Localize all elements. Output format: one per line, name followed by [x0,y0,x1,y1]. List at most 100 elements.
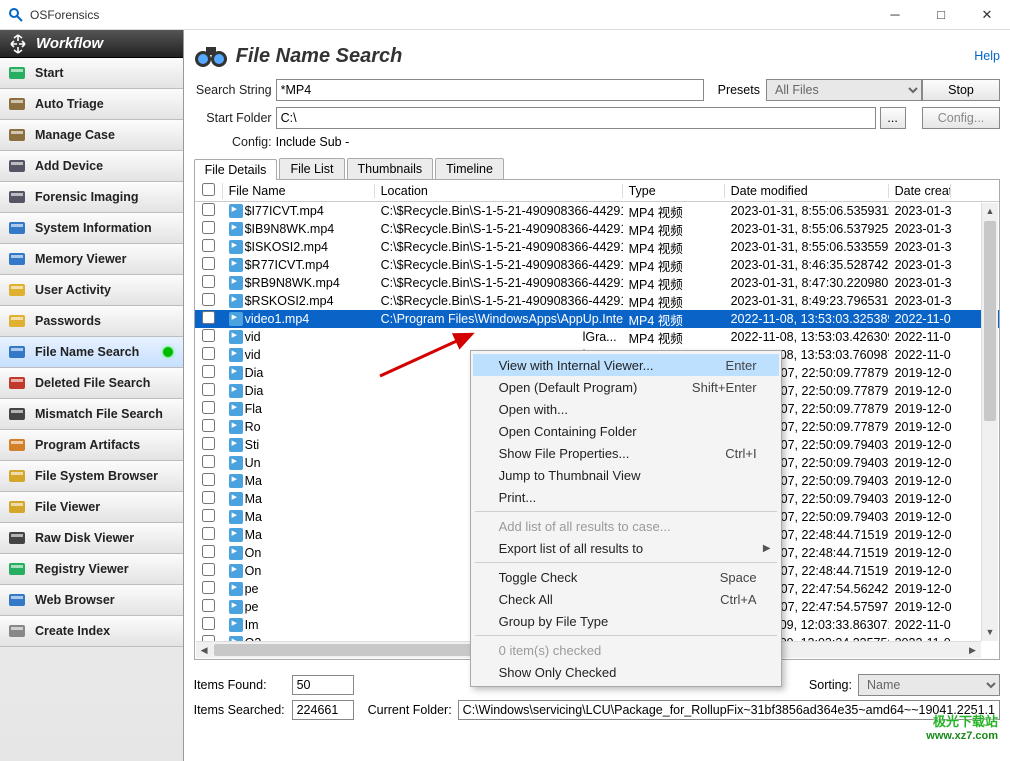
menu-item[interactable]: Open Containing Folder [473,420,779,442]
menu-item[interactable]: Toggle CheckSpace [473,566,779,588]
row-checkbox[interactable] [202,365,215,378]
scroll-up-icon[interactable]: ▲ [982,203,998,220]
row-checkbox[interactable] [202,311,215,324]
row-checkbox[interactable] [202,329,215,342]
sidebar-item-deleted-file-search[interactable]: Deleted File Search [0,368,183,399]
sidebar-item-add-device[interactable]: Add Device [0,151,183,182]
minimize-button[interactable]: ─ [872,0,918,30]
sidebar-item-start[interactable]: Start [0,58,183,89]
help-link[interactable]: Help [974,49,1000,63]
col-modified[interactable]: Date modified [725,184,889,198]
row-checkbox[interactable] [202,275,215,288]
sidebar-item-raw-disk-viewer[interactable]: Raw Disk Viewer [0,523,183,554]
menu-item[interactable]: Show Only Checked [473,661,779,683]
menu-item[interactable]: Open with... [473,398,779,420]
menu-item-label: Group by File Type [499,614,609,629]
row-checkbox[interactable] [202,401,215,414]
table-row[interactable]: $RSKOSI2.mp4C:\$Recycle.Bin\S-1-5-21-490… [195,292,999,310]
col-type[interactable]: Type [623,184,725,198]
select-all-checkbox[interactable] [202,183,215,196]
sidebar-icon [6,155,28,177]
start-folder-input[interactable] [276,107,876,129]
sidebar-item-create-index[interactable]: Create Index [0,616,183,647]
row-checkbox[interactable] [202,221,215,234]
menu-item[interactable]: View with Internal Viewer...Enter [473,354,779,376]
col-location[interactable]: Location [375,184,623,198]
col-filename[interactable]: File Name [223,184,375,198]
menu-item: 0 item(s) checked [473,639,779,661]
row-checkbox[interactable] [202,617,215,630]
sidebar-item-forensic-imaging[interactable]: Forensic Imaging [0,182,183,213]
sidebar-item-file-system-browser[interactable]: File System Browser [0,461,183,492]
menu-item[interactable]: Open (Default Program)Shift+Enter [473,376,779,398]
row-checkbox[interactable] [202,239,215,252]
file-icon [229,240,243,254]
row-checkbox[interactable] [202,527,215,540]
browse-button[interactable]: ... [880,107,906,129]
tab-file-details[interactable]: File Details [194,159,278,180]
menu-shortcut: Space [720,570,757,585]
table-row[interactable]: vidlGra...MP4 视频2022-11-08, 13:53:03.426… [195,328,999,346]
table-row[interactable]: $I77ICVT.mp4C:\$Recycle.Bin\S-1-5-21-490… [195,202,999,220]
row-checkbox[interactable] [202,545,215,558]
row-checkbox[interactable] [202,437,215,450]
sidebar-item-auto-triage[interactable]: Auto Triage [0,89,183,120]
row-checkbox[interactable] [202,419,215,432]
menu-item-label: Jump to Thumbnail View [499,468,641,483]
search-string-input[interactable] [276,79,704,101]
sidebar-item-file-name-search[interactable]: File Name Search [0,337,183,368]
sidebar-item-user-activity[interactable]: User Activity [0,275,183,306]
menu-item[interactable]: Print... [473,486,779,508]
tab-thumbnails[interactable]: Thumbnails [347,158,434,179]
row-checkbox[interactable] [202,563,215,576]
sidebar-item-mismatch-file-search[interactable]: Mismatch File Search [0,399,183,430]
table-row[interactable]: $R77ICVT.mp4C:\$Recycle.Bin\S-1-5-21-490… [195,256,999,274]
col-created[interactable]: Date created [889,184,951,198]
vertical-scrollbar[interactable]: ▲ ▼ [981,203,998,641]
row-checkbox[interactable] [202,473,215,486]
stop-button[interactable]: Stop [922,79,1000,101]
tab-file-list[interactable]: File List [279,158,344,179]
row-checkbox[interactable] [202,293,215,306]
menu-item[interactable]: Export list of all results to▶ [473,537,779,559]
tab-timeline[interactable]: Timeline [435,158,504,179]
row-checkbox[interactable] [202,581,215,594]
file-icon [229,510,243,524]
table-row[interactable]: $ISKOSI2.mp4C:\$Recycle.Bin\S-1-5-21-490… [195,238,999,256]
sidebar-item-label: Deleted File Search [35,376,150,390]
presets-select[interactable]: All Files [766,79,922,101]
row-checkbox[interactable] [202,455,215,468]
sidebar-item-program-artifacts[interactable]: Program Artifacts [0,430,183,461]
maximize-button[interactable]: □ [918,0,964,30]
close-button[interactable]: ✕ [964,0,1010,30]
row-checkbox[interactable] [202,347,215,360]
scroll-thumb-v[interactable] [984,221,996,421]
scroll-down-icon[interactable]: ▼ [982,624,998,641]
row-checkbox[interactable] [202,491,215,504]
menu-item[interactable]: Group by File Type [473,610,779,632]
menu-item[interactable]: Jump to Thumbnail View [473,464,779,486]
row-checkbox[interactable] [202,383,215,396]
row-checkbox[interactable] [202,509,215,522]
sidebar-item-memory-viewer[interactable]: Memory Viewer [0,244,183,275]
scroll-left-icon[interactable]: ◀ [196,642,213,658]
sidebar: Workflow StartAuto TriageManage CaseAdd … [0,30,184,761]
sidebar-item-system-information[interactable]: System Information [0,213,183,244]
table-row[interactable]: video1.mp4C:\Program Files\WindowsApps\A… [195,310,999,328]
row-checkbox[interactable] [202,599,215,612]
menu-item[interactable]: Check AllCtrl+A [473,588,779,610]
config-button[interactable]: Config... [922,107,1000,129]
menu-item[interactable]: Show File Properties...Ctrl+I [473,442,779,464]
sidebar-item-passwords[interactable]: Passwords [0,306,183,337]
sidebar-icon [6,496,28,518]
row-checkbox[interactable] [202,203,215,216]
table-row[interactable]: $RB9N8WK.mp4C:\$Recycle.Bin\S-1-5-21-490… [195,274,999,292]
sidebar-item-manage-case[interactable]: Manage Case [0,120,183,151]
sorting-select[interactable]: Name [858,674,1000,696]
sidebar-item-registry-viewer[interactable]: Registry Viewer [0,554,183,585]
sidebar-item-web-browser[interactable]: Web Browser [0,585,183,616]
scroll-right-icon[interactable]: ▶ [964,642,981,658]
table-row[interactable]: $IB9N8WK.mp4C:\$Recycle.Bin\S-1-5-21-490… [195,220,999,238]
sidebar-item-file-viewer[interactable]: File Viewer [0,492,183,523]
row-checkbox[interactable] [202,257,215,270]
